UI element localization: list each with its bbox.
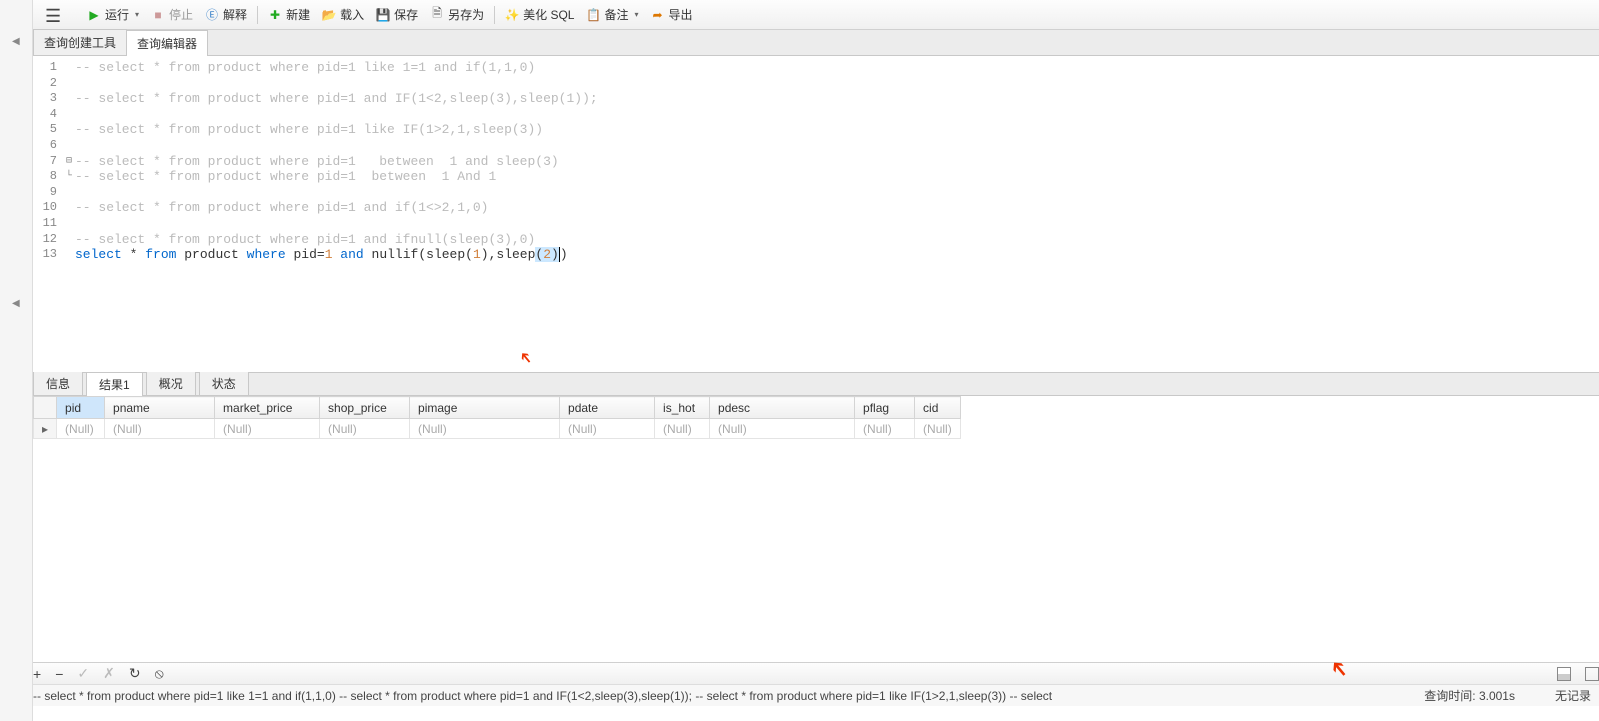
status-bar: -- select * from product where pid=1 lik… xyxy=(0,684,1599,706)
column-header[interactable]: pimage xyxy=(410,397,560,419)
stop-button[interactable]: ■ 停止 xyxy=(145,3,199,27)
tab-query-builder[interactable]: 查询创建工具 xyxy=(33,29,127,55)
result-tabs: 信息 结果1 概况 状态 xyxy=(0,372,1599,396)
grid-cell[interactable]: (Null) xyxy=(560,419,655,439)
main-toolbar: ☰ ▶ 运行 ▾ ■ 停止 Ⓔ 解释 ✚ 新建 📂 载入 💾 保存 🗎 另存为 … xyxy=(0,0,1599,30)
new-button[interactable]: ✚ 新建 xyxy=(262,3,316,27)
saveas-icon: 🗎 xyxy=(430,8,444,22)
tab-status[interactable]: 状态 xyxy=(199,371,249,395)
row-indicator: ▸ xyxy=(34,419,57,439)
explain-button[interactable]: Ⓔ 解释 xyxy=(199,3,253,27)
saveas-label: 另存为 xyxy=(448,6,484,23)
pin-icon-2[interactable]: ◀ xyxy=(12,298,20,309)
chevron-down-icon: ▾ xyxy=(135,10,139,19)
column-header[interactable]: is_hot xyxy=(655,397,710,419)
stop-icon: ■ xyxy=(151,8,165,22)
column-header[interactable]: pid xyxy=(57,397,105,419)
editor-tabs: 查询创建工具 查询编辑器 xyxy=(0,30,1599,56)
export-label: 导出 xyxy=(669,6,693,23)
grid-cell[interactable]: (Null) xyxy=(710,419,855,439)
column-header[interactable]: pdesc xyxy=(710,397,855,419)
status-query-time: 查询时间: 3.001s xyxy=(1424,687,1515,704)
wand-icon: ✨ xyxy=(505,8,519,22)
line-gutter: 12345678910111213 xyxy=(33,60,63,263)
grid-view-icon[interactable] xyxy=(1557,667,1571,681)
grid-cell[interactable]: (Null) xyxy=(855,419,915,439)
comment-button[interactable]: 📋 备注 ▾ xyxy=(580,3,644,27)
row-header-corner xyxy=(34,397,57,419)
run-button[interactable]: ▶ 运行 ▾ xyxy=(81,3,145,27)
comment-label: 备注 xyxy=(604,6,628,23)
menu-icon[interactable]: ☰ xyxy=(45,6,61,27)
stop-label: 停止 xyxy=(169,6,193,23)
chevron-down-icon: ▾ xyxy=(635,10,639,19)
grid-cell[interactable]: (Null) xyxy=(105,419,215,439)
run-label: 运行 xyxy=(105,6,129,23)
save-button[interactable]: 💾 保存 xyxy=(370,3,424,27)
form-view-icon[interactable] xyxy=(1585,667,1599,681)
grid-cell[interactable]: (Null) xyxy=(320,419,410,439)
tab-query-editor[interactable]: 查询编辑器 xyxy=(126,30,208,56)
new-label: 新建 xyxy=(286,6,310,23)
code-area[interactable]: -- select * from product where pid=1 lik… xyxy=(75,60,598,263)
grid-cell[interactable]: (Null) xyxy=(915,419,961,439)
tab-result[interactable]: 结果1 xyxy=(86,372,143,396)
left-rail xyxy=(0,0,33,721)
beautify-label: 美化 SQL xyxy=(523,6,574,23)
column-header[interactable]: shop_price xyxy=(320,397,410,419)
load-button[interactable]: 📂 载入 xyxy=(316,3,370,27)
result-grid[interactable]: pidpnamemarket_priceshop_pricepimagepdat… xyxy=(33,396,961,439)
commit-icon[interactable]: ✓ xyxy=(77,665,89,682)
saveas-button[interactable]: 🗎 另存为 xyxy=(424,3,490,27)
column-header[interactable]: market_price xyxy=(215,397,320,419)
add-row-icon[interactable]: + xyxy=(33,666,41,682)
delete-row-icon[interactable]: − xyxy=(55,666,63,682)
status-records: 无记录 xyxy=(1555,687,1591,704)
column-header[interactable]: pdate xyxy=(560,397,655,419)
grid-cell[interactable]: (Null) xyxy=(215,419,320,439)
tab-profile[interactable]: 概况 xyxy=(146,371,196,395)
grid-cell[interactable]: (Null) xyxy=(57,419,105,439)
load-label: 载入 xyxy=(340,6,364,23)
explain-icon: Ⓔ xyxy=(205,8,219,22)
beautify-button[interactable]: ✨ 美化 SQL xyxy=(499,3,580,27)
column-header[interactable]: pname xyxy=(105,397,215,419)
export-button[interactable]: ➦ 导出 xyxy=(645,3,699,27)
status-query-text: -- select * from product where pid=1 lik… xyxy=(33,689,1424,703)
column-header[interactable]: cid xyxy=(915,397,961,419)
save-icon: 💾 xyxy=(376,8,390,22)
pin-icon[interactable]: ◀ xyxy=(12,36,20,47)
refresh-icon[interactable]: ↻ xyxy=(129,665,141,682)
grid-cell[interactable]: (Null) xyxy=(410,419,560,439)
grid-cell[interactable]: (Null) xyxy=(655,419,710,439)
result-grid-wrap: pidpnamemarket_priceshop_pricepimagepdat… xyxy=(0,396,1599,662)
note-icon: 📋 xyxy=(586,8,600,22)
stop-fetch-icon[interactable]: ⦸ xyxy=(155,665,164,682)
annotation-arrow-icon: ➔ xyxy=(512,344,540,371)
column-header[interactable]: pflag xyxy=(855,397,915,419)
play-icon: ▶ xyxy=(87,8,101,22)
cancel-icon[interactable]: ✗ xyxy=(103,665,115,682)
explain-label: 解释 xyxy=(223,6,247,23)
new-icon: ✚ xyxy=(268,8,282,22)
save-label: 保存 xyxy=(394,6,418,23)
grid-toolbar: + − ✓ ✗ ↻ ⦸ xyxy=(0,662,1599,684)
export-icon: ➦ xyxy=(651,8,665,22)
fold-column: ⊟└ xyxy=(63,60,75,263)
tab-info[interactable]: 信息 xyxy=(33,371,83,395)
sql-editor[interactable]: 12345678910111213 ⊟└ -- select * from pr… xyxy=(0,56,1599,372)
folder-open-icon: 📂 xyxy=(322,8,336,22)
